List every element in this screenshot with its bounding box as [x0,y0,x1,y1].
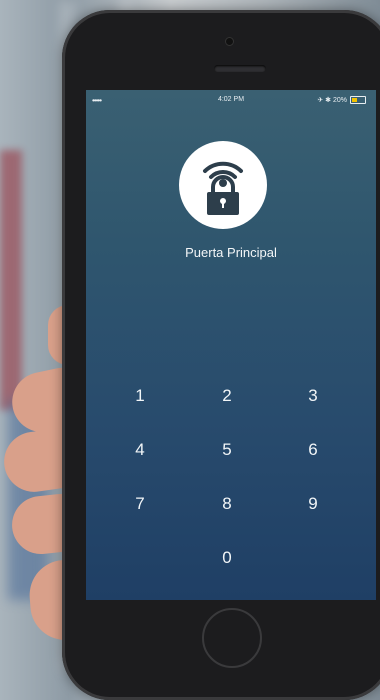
key-3[interactable]: 3 [283,378,343,414]
status-bar: ••••• 4:02 PM ✈ ✱ 20% [86,90,376,110]
wifi-padlock-icon [203,161,243,215]
key-0[interactable]: 0 [197,540,257,576]
earpiece-speaker [214,65,266,72]
phone-device: ••••• 4:02 PM ✈ ✱ 20% Puerta Principal 1… [62,10,380,700]
key-2[interactable]: 2 [197,378,257,414]
background-red-blur [0,150,22,410]
status-indicators: ✈ ✱ 20% [317,96,366,104]
front-camera [226,38,233,45]
home-button[interactable] [202,608,262,668]
key-4[interactable]: 4 [110,432,170,468]
lock-icon-button[interactable] [179,141,267,229]
key-8[interactable]: 8 [197,486,257,522]
key-1[interactable]: 1 [110,378,170,414]
key-7[interactable]: 7 [110,486,170,522]
battery-icon [350,96,366,104]
key-5[interactable]: 5 [197,432,257,468]
door-name: Puerta Principal [185,245,277,260]
status-indicator-text: ✈ ✱ 20% [317,97,347,104]
key-9[interactable]: 9 [283,486,343,522]
lock-screen: ••••• 4:02 PM ✈ ✱ 20% Puerta Principal 1… [86,90,376,600]
key-6[interactable]: 6 [283,432,343,468]
